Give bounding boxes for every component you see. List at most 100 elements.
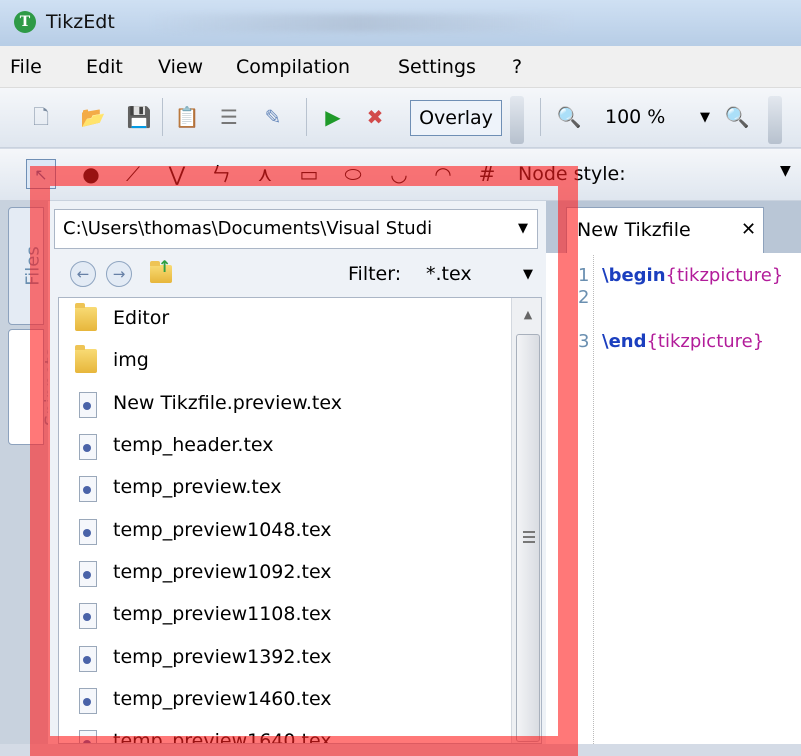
tab-snippets[interactable]: Snippets xyxy=(8,329,63,445)
back-arrow-icon[interactable]: ← xyxy=(70,261,96,287)
filter-dropdown-arrow-icon[interactable]: ▼ xyxy=(523,267,533,282)
code-keyword: \begin xyxy=(602,265,666,286)
menu-view[interactable]: View xyxy=(158,56,203,78)
path-dropdown-arrow-icon[interactable]: ▼ xyxy=(518,221,528,236)
forward-arrow-icon[interactable]: → xyxy=(106,261,132,287)
toolbar-separator xyxy=(306,98,307,136)
menu-bar: File Edit View Compilation Settings ? xyxy=(0,46,801,88)
tab-files-label: Files xyxy=(22,246,44,286)
tex-file-icon xyxy=(79,561,97,587)
blurred-title-region xyxy=(150,14,570,32)
main-toolbar: 🗋 📂 💾 📋 ☰ ✎ ▶ ✖ Overlay 🔍 100 % ▼ 🔍 xyxy=(0,88,801,148)
tex-file-icon xyxy=(79,434,97,460)
list-item-folder[interactable]: img xyxy=(59,340,499,382)
open-folder-icon[interactable]: 📂 xyxy=(78,102,108,132)
code-keyword: \end xyxy=(602,331,647,352)
menu-edit[interactable]: Edit xyxy=(86,56,123,78)
tex-file-icon xyxy=(79,603,97,629)
side-tab-strip: Files Snippets xyxy=(0,201,63,744)
toolbar-grip[interactable] xyxy=(768,96,782,144)
file-list-scrollbar[interactable]: ▲ xyxy=(511,298,541,743)
editor-tab-strip: New Tikzfile ✕ xyxy=(546,201,801,253)
zoom-dropdown-arrow-icon[interactable]: ▼ xyxy=(700,110,710,125)
select-tool-icon[interactable]: ↖ xyxy=(26,159,56,189)
up-folder-icon[interactable]: ↑ xyxy=(148,257,176,287)
toolbar-separator xyxy=(540,98,541,136)
list-item-file[interactable]: temp_preview1108.tex xyxy=(59,594,499,636)
list-item-file[interactable]: temp_preview1092.tex xyxy=(59,552,499,594)
new-file-icon[interactable]: 🗋 xyxy=(26,102,56,132)
hv-edge-tool-icon[interactable]: ㄣ xyxy=(206,159,236,189)
list-item-file[interactable]: temp_preview1640.tex xyxy=(59,721,499,744)
toolbar-separator xyxy=(162,98,163,136)
path-combobox[interactable]: C:\Users\thomas\Documents\Visual Studi­ xyxy=(54,209,538,249)
bezier-tool-icon[interactable]: ⋏ xyxy=(250,159,280,189)
zoom-in-icon[interactable]: 🔍 xyxy=(722,102,752,132)
filter-input[interactable]: *.tex xyxy=(426,263,472,285)
editor-tab[interactable]: New Tikzfile ✕ xyxy=(566,207,764,253)
toolbar-grip[interactable] xyxy=(510,96,524,144)
scroll-grip-icon xyxy=(523,531,535,543)
folder-icon xyxy=(75,345,97,373)
code-argument: {tikzpicture} xyxy=(646,331,765,352)
file-name: temp_preview1460.tex xyxy=(113,688,332,710)
run-icon[interactable]: ▶ xyxy=(318,102,348,132)
list-item-file[interactable]: temp_preview.tex xyxy=(59,467,499,509)
tex-file-icon xyxy=(79,476,97,502)
list-item-file[interactable]: temp_header.tex xyxy=(59,425,499,467)
scroll-thumb[interactable] xyxy=(516,334,540,742)
list-item-file[interactable]: temp_preview1392.tex xyxy=(59,637,499,679)
line-number-gutter: 1 2 3 xyxy=(576,255,594,744)
code-line[interactable]: \begin{tikzpicture} xyxy=(602,265,783,286)
arc-edit-tool-icon[interactable]: ◠ xyxy=(428,159,458,189)
zoom-level[interactable]: 100 % xyxy=(605,106,665,128)
close-icon[interactable]: ✕ xyxy=(741,208,756,252)
file-name: temp_preview1640.tex xyxy=(113,730,332,744)
line-number: 2 xyxy=(578,287,590,308)
save-icon[interactable]: 💾 xyxy=(124,102,154,132)
file-name: temp_preview1092.tex xyxy=(113,561,332,583)
menu-compilation[interactable]: Compilation xyxy=(236,56,350,78)
tex-file-icon xyxy=(79,730,97,743)
tex-file-icon xyxy=(79,688,97,714)
node-tool-icon[interactable]: ● xyxy=(76,159,106,189)
menu-settings[interactable]: Settings xyxy=(398,56,476,78)
file-name: New Tikzfile.preview.tex xyxy=(113,392,342,414)
menu-file[interactable]: File xyxy=(10,56,42,78)
tex-file-icon xyxy=(79,519,97,545)
drawing-toolbar: ↖ ● ⟋ ⋁ ㄣ ⋏ ▭ ⬭ ◡ ◠ # Node style: ▼ xyxy=(0,149,801,201)
folder-icon xyxy=(75,303,97,331)
code-argument: {tikzpicture} xyxy=(665,265,784,286)
tex-file-icon xyxy=(79,392,97,418)
list-icon[interactable]: ☰ xyxy=(214,102,244,132)
format-brush-icon[interactable]: ✎ xyxy=(258,102,288,132)
file-name: temp_preview1108.tex xyxy=(113,603,332,625)
file-name: temp_preview1392.tex xyxy=(113,646,332,668)
zoom-out-icon[interactable]: 🔍 xyxy=(554,102,584,132)
tab-files[interactable]: Files xyxy=(8,207,44,325)
list-item-file[interactable]: New Tikzfile.preview.tex xyxy=(59,383,499,425)
list-item-folder[interactable]: Editor xyxy=(59,298,499,340)
code-line[interactable]: \end{tikzpicture} xyxy=(602,331,764,352)
editor-area: New Tikzfile ✕ 1 2 3 \begin{tikzpicture}… xyxy=(546,201,801,744)
file-name: img xyxy=(113,349,149,371)
grid-tool-icon[interactable]: # xyxy=(472,159,502,189)
list-item-file[interactable]: temp_preview1048.tex xyxy=(59,510,499,552)
paste-icon[interactable]: 📋 xyxy=(172,102,202,132)
menu-help[interactable]: ? xyxy=(512,56,522,78)
arc-tool-icon[interactable]: ◡ xyxy=(384,159,414,189)
title-bar: T TikzEdt xyxy=(0,0,801,46)
ellipse-tool-icon[interactable]: ⬭ xyxy=(338,159,368,189)
stop-icon[interactable]: ✖ xyxy=(360,102,390,132)
node-style-dropdown-arrow-icon[interactable]: ▼ xyxy=(780,163,791,179)
path-tool-icon[interactable]: ⋁ xyxy=(162,159,192,189)
filter-label: Filter: xyxy=(348,263,402,285)
file-name: temp_preview.tex xyxy=(113,476,282,498)
scroll-up-arrow-icon[interactable]: ▲ xyxy=(512,298,541,332)
overlay-toggle-button[interactable]: Overlay xyxy=(410,100,502,136)
line-number: 3 xyxy=(578,331,590,352)
edge-tool-icon[interactable]: ⟋ xyxy=(118,159,148,189)
list-item-file[interactable]: temp_preview1460.tex xyxy=(59,679,499,721)
rectangle-tool-icon[interactable]: ▭ xyxy=(294,159,324,189)
editor-tab-title: New Tikzfile xyxy=(577,219,691,241)
